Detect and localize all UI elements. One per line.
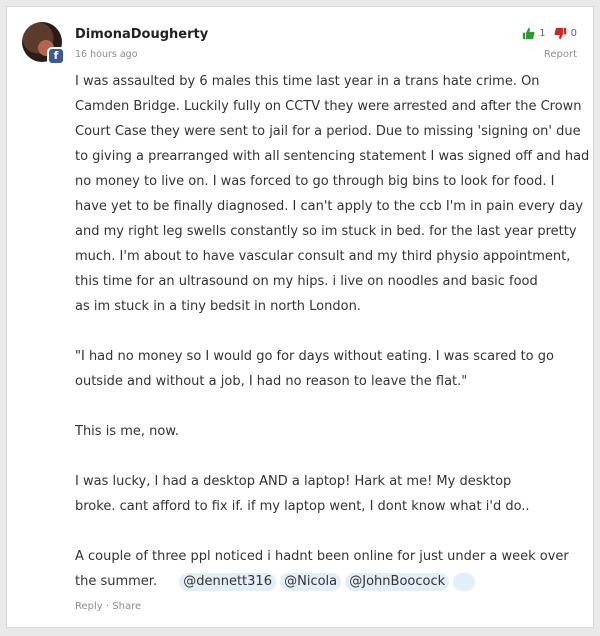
comment-paragraph: This is me, now. — [75, 419, 590, 444]
mentions: @dennett316 @Nicola @JohnBoocock — [179, 572, 476, 591]
thumbs-down-icon — [554, 27, 566, 40]
timestamp: 16 hours ago — [75, 49, 138, 60]
share-link[interactable]: Share — [112, 601, 141, 612]
comment-line: outside and without a job, I had no reas… — [75, 374, 468, 389]
last-line: the summer. @dennett316 @Nicola @JohnBoo… — [75, 569, 590, 594]
upvote-button[interactable]: 1 — [522, 27, 546, 40]
comment-line: to giving a prearranged with all sentenc… — [75, 149, 590, 164]
comment-line: I was lucky, I had a desktop AND a lapto… — [75, 474, 512, 489]
last-line-text: the summer. — [75, 574, 158, 589]
downvote-count: 0 — [570, 28, 577, 39]
comment-actions: Reply · Share — [75, 601, 141, 612]
comment-line: as im stuck in a tiny bedsit in north Lo… — [75, 299, 361, 314]
comment-line: "I had no money so I would go for days w… — [75, 349, 554, 364]
downvote-button[interactable]: 0 — [554, 27, 577, 40]
thumbs-up-icon — [523, 27, 535, 40]
upvote-count: 1 — [539, 28, 546, 39]
comment-line: have yet to be finally diagnosed. I can'… — [75, 199, 584, 214]
comment-paragraph: I was assaulted by 6 males this time las… — [75, 69, 590, 319]
mention-link[interactable]: @JohnBoocock — [345, 573, 450, 591]
comment-paragraph: A couple of three ppl noticed i hadnt be… — [75, 544, 590, 569]
mention-link[interactable]: @dennett316 — [179, 573, 276, 591]
mention-link[interactable]: @Nicola — [280, 573, 342, 591]
mention-input-tail — [453, 572, 476, 591]
comment-line: Court Case they were sent to jail for a … — [75, 124, 581, 139]
action-separator: · — [105, 601, 110, 612]
reply-link[interactable]: Reply — [75, 601, 103, 612]
comment-line: A couple of three ppl noticed i hadnt be… — [75, 549, 569, 564]
author-name[interactable]: DimonaDougherty — [75, 27, 208, 42]
comment-body: I was assaulted by 6 males this time las… — [75, 69, 590, 594]
comment-line: no money to live on. I was forced to go … — [75, 174, 555, 189]
comment-line: much. I'm about to have vascular consult… — [75, 249, 571, 264]
comment-line: and my right leg swells constantly so im… — [75, 224, 577, 239]
comment-line: I was assaulted by 6 males this time las… — [75, 74, 540, 89]
comment-paragraph: "I had no money so I would go for days w… — [75, 344, 590, 394]
facebook-icon: f — [49, 49, 63, 63]
comment-line: this time for an ultrasound on my hips. … — [75, 274, 538, 289]
comment-card: f DimonaDougherty 16 hours ago 1 0 Repor… — [6, 6, 594, 628]
comment-line: broke. cant afford to fix if. if my lapt… — [75, 499, 530, 514]
vote-controls: 1 0 — [522, 27, 577, 40]
report-link[interactable]: Report — [544, 49, 577, 60]
comment-line: Camden Bridge. Luckily fully on CCTV the… — [75, 99, 582, 114]
comment-line: This is me, now. — [75, 424, 179, 439]
comment-paragraph: I was lucky, I had a desktop AND a lapto… — [75, 469, 590, 519]
